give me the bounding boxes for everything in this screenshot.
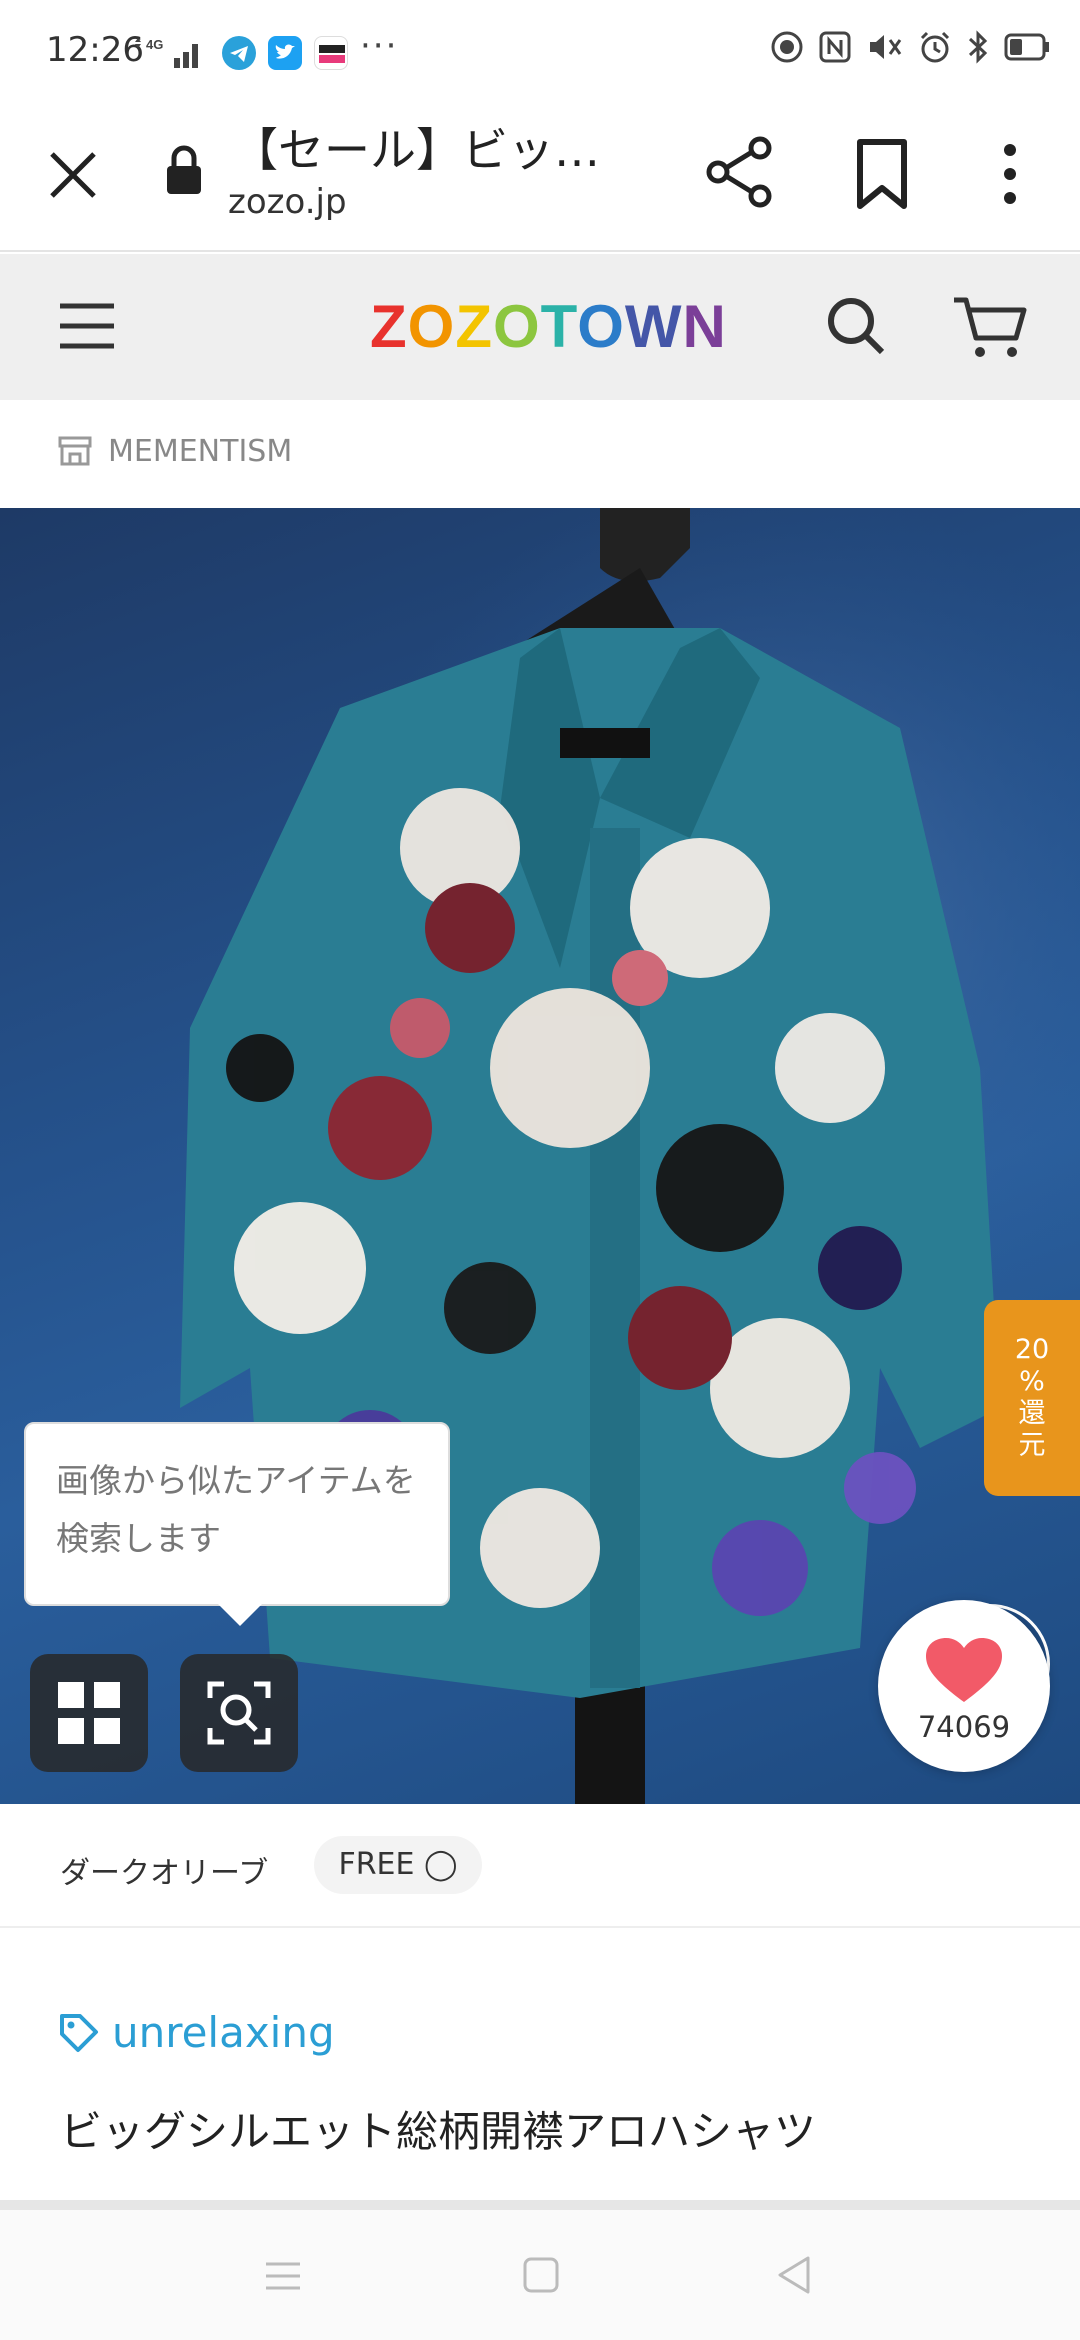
bookmark-icon[interactable] (846, 136, 918, 212)
cashback-line: 還 (1018, 1398, 1046, 1429)
data-saver-icon (771, 31, 803, 63)
logo-letter: W (624, 293, 683, 360)
image-search-tooltip: 画像から似たアイテムを検索します (24, 1422, 450, 1606)
bluetooth-icon (968, 30, 988, 64)
grid-view-button[interactable] (30, 1654, 148, 1772)
like-count: 74069 (917, 1710, 1011, 1744)
color-name: ダークオリーブ (60, 1856, 269, 1891)
share-icon[interactable] (702, 134, 778, 210)
image-search-icon (207, 1681, 271, 1745)
search-icon[interactable] (824, 294, 888, 358)
more-options-icon[interactable] (990, 136, 1030, 212)
status-overflow: ··· (360, 26, 399, 66)
heart-icon (926, 1638, 1002, 1702)
hamburger-menu-icon[interactable] (56, 296, 118, 356)
cart-icon[interactable] (952, 294, 1028, 360)
alarm-icon (920, 31, 950, 63)
site-header: ZOZOTOWN (0, 254, 1080, 400)
product-name: ビッグシルエット総柄開襟アロハシャツ (60, 2107, 817, 2156)
twitter-icon (268, 36, 302, 70)
status-bar: 12:26 4G ··· (0, 0, 1080, 100)
cashback-badge[interactable]: 20 % 還 元 (984, 1300, 1080, 1496)
logo-letter: Z (370, 293, 408, 360)
like-button[interactable]: 74069 (878, 1600, 1050, 1772)
cashback-line: % (1019, 1366, 1045, 1397)
nfc-icon (819, 31, 851, 63)
browser-toolbar: 【セール】ビッ… zozo.jp (0, 100, 1080, 252)
logo-letter: T (540, 293, 578, 360)
telegram-icon (222, 36, 256, 70)
mute-icon (870, 35, 902, 59)
tooltip-arrow (218, 1604, 262, 1626)
signal-icon: 4G (135, 37, 198, 68)
shop-row[interactable]: MEMENTISM (0, 400, 1080, 508)
page-title[interactable]: 【セール】ビッ… (232, 114, 600, 180)
product-info: unrelaxing ビッグシルエット総柄開襟アロハシャツ (0, 1930, 1080, 2200)
page-url[interactable]: zozo.jp (228, 182, 347, 222)
image-search-button[interactable] (180, 1654, 298, 1772)
zozotown-logo[interactable]: ZOZOTOWN (370, 292, 727, 361)
logo-letter: O (577, 293, 625, 360)
logo-letter: O (492, 293, 541, 360)
brand-link[interactable]: unrelaxing (112, 2008, 335, 2057)
recent-apps-icon[interactable] (264, 2258, 302, 2294)
logo-letter: N (682, 293, 727, 360)
cashback-line: 20 (1014, 1334, 1050, 1365)
status-icons-right (770, 30, 1050, 64)
shop-name[interactable]: MEMENTISM (108, 434, 292, 469)
logo-letter: O (407, 293, 456, 360)
tag-icon (60, 2014, 98, 2052)
product-image[interactable]: 20 % 還 元 (0, 508, 1080, 1804)
dmm-icon (314, 36, 348, 70)
store-icon (58, 436, 92, 466)
bottom-sheet-edge (0, 2200, 1080, 2210)
home-icon[interactable] (522, 2256, 560, 2294)
system-nav-bar (0, 2210, 1080, 2340)
logo-letter: Z (455, 293, 493, 360)
status-time: 12:26 (46, 30, 144, 70)
svg-text:4G: 4G (146, 37, 163, 52)
battery-icon (1004, 33, 1049, 61)
size-chip[interactable]: FREE ◯ (314, 1836, 482, 1894)
cashback-line: 元 (1018, 1430, 1046, 1461)
back-icon[interactable] (776, 2254, 812, 2296)
lock-icon[interactable] (164, 142, 204, 198)
shirt-photo (180, 508, 1080, 1804)
variant-row: ダークオリーブ FREE ◯ (0, 1804, 1080, 1928)
grid-icon (58, 1682, 120, 1744)
close-icon[interactable] (40, 142, 106, 208)
